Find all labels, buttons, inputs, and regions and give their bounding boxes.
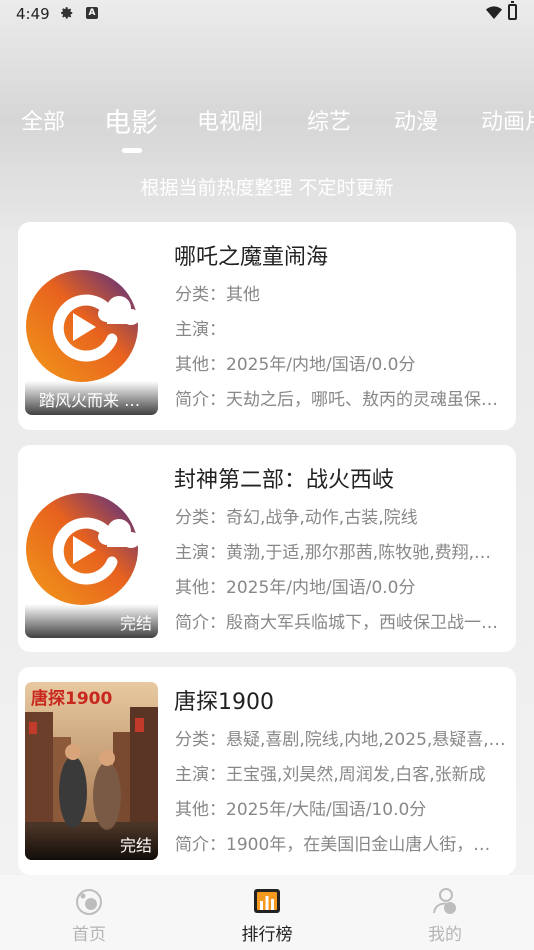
item-other: 其他：2025年/内地/国语/0.0分 xyxy=(175,578,416,598)
list-item[interactable]: 唐探1900 完结 唐探1900 分类：悬疑,喜剧,院线,内地,2025,悬疑喜… xyxy=(18,667,516,875)
poster: 唐探1900 完结 xyxy=(25,682,158,860)
battery-icon xyxy=(508,1,517,20)
category-tabs: 全部 电影 电视剧 综艺 动漫 动画片 xyxy=(0,104,534,148)
item-intro: 简介：殷商大军兵临城下，西岐保卫战一… xyxy=(175,613,498,633)
item-cast: 主演：黄渤,于适,那尔那茜,陈牧驰,费翔,… xyxy=(175,543,492,563)
notification-a-icon: A xyxy=(86,7,98,19)
wifi-icon xyxy=(486,6,502,19)
item-category: 分类：奇幻,战争,动作,古装,院线 xyxy=(175,508,418,528)
list-item[interactable]: 踏风火而来 赴… 哪吒之魔童闹海 分类：其他 主演： 其他：2025年/内地/国… xyxy=(18,222,516,430)
home-icon xyxy=(76,889,102,915)
poster: 踏风火而来 赴… xyxy=(25,237,158,415)
nav-home-label: 首页 xyxy=(72,925,106,945)
item-title: 哪吒之魔童闹海 xyxy=(174,245,329,270)
item-cast: 主演：王宝强,刘昊然,周润发,白客,张新成 xyxy=(175,765,486,785)
poster-title-text: 唐探1900 xyxy=(31,688,112,709)
poster-badge-text: 完结 xyxy=(119,836,152,855)
bottom-navigation: 首页 排行榜 我的 xyxy=(0,875,534,950)
item-title: 唐探1900 xyxy=(174,690,274,715)
nav-ranking[interactable]: 排行榜 xyxy=(178,875,356,950)
item-title: 封神第二部：战火西岐 xyxy=(174,468,395,493)
tab-cartoon[interactable]: 动画片 xyxy=(481,104,534,136)
poster-badge-text: 踏风火而来 赴… xyxy=(39,391,155,410)
settings-gear-icon xyxy=(61,7,73,19)
item-category: 分类：悬疑,喜剧,院线,内地,2025,悬疑喜,… xyxy=(175,730,506,750)
ranking-subtitle: 根据当前热度整理 不定时更新 xyxy=(140,177,394,199)
tab-tv-series[interactable]: 电视剧 xyxy=(197,104,263,136)
tab-variety[interactable]: 综艺 xyxy=(307,104,351,136)
ranking-icon xyxy=(254,889,280,913)
tab-movie[interactable]: 电影 xyxy=(104,104,158,140)
active-tab-indicator xyxy=(122,148,142,153)
item-cast: 主演： xyxy=(175,320,226,340)
nav-home[interactable]: 首页 xyxy=(0,875,178,950)
status-time: 4:49 xyxy=(16,5,50,23)
item-intro: 简介：1900年，在美国旧金山唐人街，… xyxy=(175,835,491,855)
list-item[interactable]: 完结 封神第二部：战火西岐 分类：奇幻,战争,动作,古装,院线 主演：黄渤,于适… xyxy=(18,445,516,652)
tab-anime[interactable]: 动漫 xyxy=(394,104,438,136)
nav-ranking-label: 排行榜 xyxy=(241,925,293,945)
poster-badge-text: 完结 xyxy=(119,614,152,633)
poster-badge: 踏风火而来 赴… xyxy=(25,381,158,415)
item-category: 分类：其他 xyxy=(175,285,260,305)
poster-badge: 完结 xyxy=(25,826,158,860)
profile-icon xyxy=(433,888,456,914)
nav-profile[interactable]: 我的 xyxy=(356,875,534,950)
status-bar: 4:49 A xyxy=(0,0,534,28)
item-other: 其他：2025年/大陆/国语/10.0分 xyxy=(175,800,427,820)
poster: 完结 xyxy=(25,460,158,638)
item-other: 其他：2025年/内地/国语/0.0分 xyxy=(175,355,416,375)
item-intro: 简介：天劫之后，哪吒、敖丙的灵魂虽保… xyxy=(175,390,498,410)
poster-badge: 完结 xyxy=(25,604,158,638)
tab-all[interactable]: 全部 xyxy=(21,104,65,136)
nav-profile-label: 我的 xyxy=(428,925,462,945)
